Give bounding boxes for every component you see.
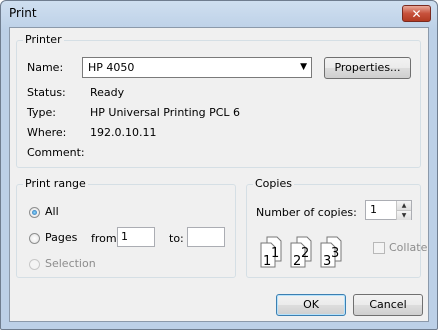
cancel-button[interactable]: Cancel [353,294,423,316]
collate-illustration-icon: 1 1 2 2 3 3 [260,236,342,269]
copies-group-label: Copies [253,177,294,190]
spin-down-icon[interactable]: ▼ [396,210,411,220]
to-label: to: [169,232,184,245]
printer-name-label: Name: [27,61,64,74]
to-input[interactable] [187,227,225,247]
copies-group: Copies Number of copies: 1 ▲ ▼ 1 1 2 2 3… [246,177,427,278]
copies-value: 1 [370,203,377,216]
collate-page-number: 1 [271,246,279,261]
printer-group-label: Printer [23,33,64,46]
where-label: Where: [27,126,67,139]
number-of-copies-label: Number of copies: [256,206,357,219]
collate-page-number: 3 [331,246,339,261]
comment-label: Comment: [27,146,85,159]
from-input[interactable]: 1 [117,227,155,247]
collate-page-number: 1 [263,254,271,269]
spin-up-icon[interactable]: ▲ [396,201,411,210]
window-title: Print [9,6,37,20]
printer-name-select[interactable]: HP 4050 ▼ [82,57,312,78]
radio-selection-label[interactable]: Selection [45,257,96,270]
type-label: Type: [27,106,56,119]
radio-all[interactable] [29,207,40,218]
collate-page-number: 3 [323,254,331,269]
radio-pages-label[interactable]: Pages [45,231,77,244]
where-value: 192.0.10.11 [90,126,157,139]
collate-page-number: 2 [301,246,309,261]
dialog-body: Printer Name: HP 4050 ▼ Properties... St… [9,27,429,322]
radio-all-label[interactable]: All [45,205,59,218]
radio-pages[interactable] [29,233,40,244]
copies-stepper[interactable]: 1 ▲ ▼ [365,200,412,220]
printer-name-value: HP 4050 [88,61,135,74]
radio-selection[interactable] [29,259,40,270]
printer-group: Printer Name: HP 4050 ▼ Properties... St… [16,33,421,168]
print-range-group: Print range All Pages from: 1 to: Select… [16,177,236,278]
status-label: Status: [27,86,66,99]
close-button[interactable]: ✕ [402,5,431,22]
title-bar[interactable]: Print ✕ [1,1,437,27]
collate-page-number: 2 [293,254,301,269]
type-value: HP Universal Printing PCL 6 [90,106,241,119]
chevron-down-icon: ▼ [300,62,307,72]
print-dialog: Print ✕ Printer Name: HP 4050 ▼ Properti… [0,0,438,330]
print-range-group-label: Print range [23,177,88,190]
from-label: from: [91,232,121,245]
ok-button[interactable]: OK [276,294,346,316]
status-value: Ready [90,86,125,99]
collate-checkbox[interactable] [373,242,385,254]
collate-label[interactable]: Collate [389,241,427,254]
properties-button[interactable]: Properties... [324,57,411,79]
